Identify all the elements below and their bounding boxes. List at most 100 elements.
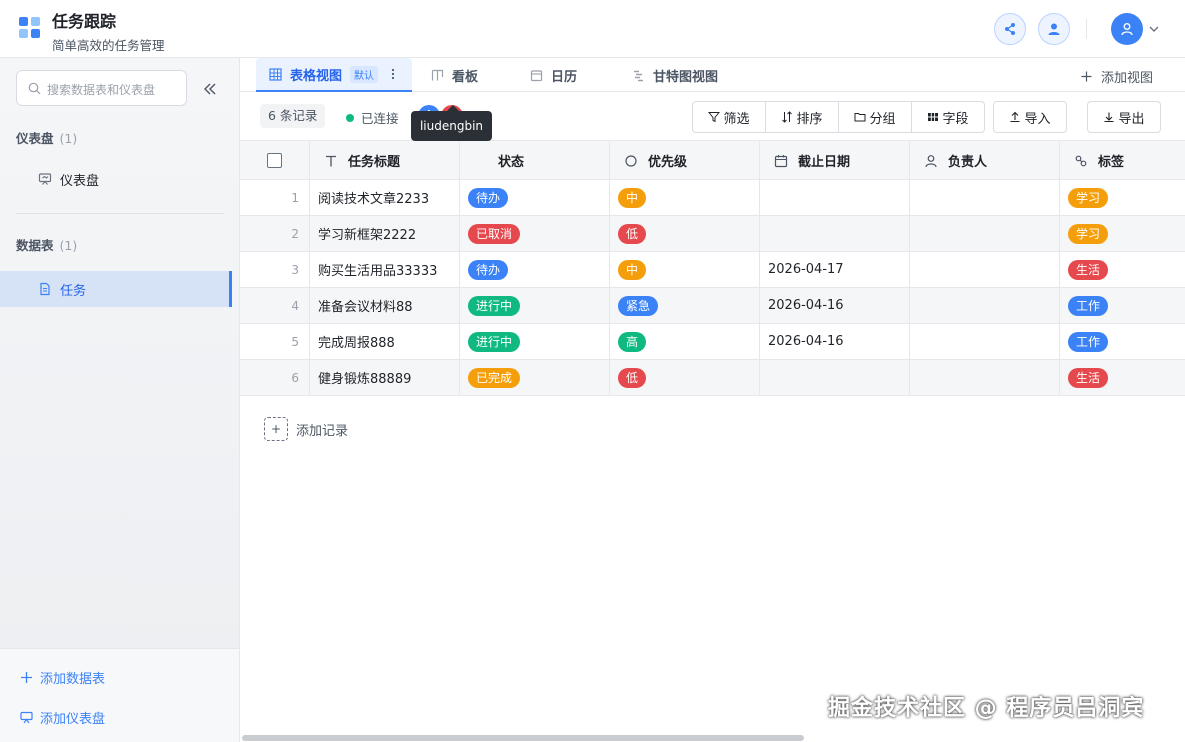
sidebar-search-input[interactable]: 搜索数据表和仪表盘	[16, 70, 187, 106]
table-row[interactable]: 6 健身锻炼88889 已完成 低 生活	[240, 360, 1185, 396]
column-header-due-date[interactable]: 截止日期	[760, 141, 910, 180]
cell-due[interactable]	[760, 180, 910, 215]
tab-gantt[interactable]: 甘特图视图	[632, 58, 718, 92]
priority-tag: 低	[618, 367, 647, 388]
cell-due[interactable]	[760, 216, 910, 251]
cell-due[interactable]	[760, 360, 910, 395]
select-all-checkbox[interactable]	[267, 153, 282, 168]
cell-tag[interactable]: 学习	[1060, 216, 1185, 251]
cell-title[interactable]: 购买生活用品33333	[310, 252, 460, 287]
cell-status[interactable]: 进行中	[460, 288, 610, 323]
cell-owner[interactable]	[910, 324, 1060, 359]
tab-calendar[interactable]: 日历	[530, 58, 577, 92]
calendar-icon	[530, 69, 543, 81]
cell-priority[interactable]: 中	[610, 180, 760, 215]
user-avatar[interactable]	[1111, 13, 1143, 45]
cell-title[interactable]: 完成周报888	[310, 324, 460, 359]
cell-n[interactable]: 2	[240, 216, 310, 251]
export-button[interactable]: 导出	[1087, 101, 1161, 133]
due-value: 2026-04-17	[768, 262, 844, 277]
cell-tag[interactable]: 工作	[1060, 288, 1185, 323]
status-dot	[346, 113, 354, 122]
cell-priority[interactable]: 紧急	[610, 288, 760, 323]
sidebar-item-dashboard[interactable]: 仪表盘	[0, 161, 232, 197]
cell-due[interactable]: 2026-04-16	[760, 324, 910, 359]
cell-status[interactable]: 已完成	[460, 360, 610, 395]
cell-title[interactable]: 学习新框架2222	[310, 216, 460, 251]
group-button[interactable]: 分组	[839, 102, 912, 132]
cell-tag[interactable]: 工作	[1060, 324, 1185, 359]
table-row[interactable]: 3 购买生活用品33333 待办 中 2026-04-17 生活	[240, 252, 1185, 288]
cell-title[interactable]: 准备会议材料88	[310, 288, 460, 323]
cell-status[interactable]: 进行中	[460, 324, 610, 359]
collapse-sidebar-icon[interactable]	[202, 81, 218, 97]
cell-owner[interactable]	[910, 288, 1060, 323]
table-header: 任务标题 状态 优先级 截止日期 负责人 标签	[240, 140, 1185, 180]
table-row[interactable]: 5 完成周报888 进行中 高 2026-04-16 工作	[240, 324, 1185, 360]
status-tag: 已完成	[468, 367, 521, 388]
cell-title[interactable]: 健身锻炼88889	[310, 360, 460, 395]
status-label: 已连接	[361, 111, 399, 126]
column-header-title[interactable]: 任务标题	[310, 141, 460, 180]
cell-n[interactable]: 5	[240, 324, 310, 359]
cell-owner[interactable]	[910, 252, 1060, 287]
fields-button[interactable]: 字段	[912, 102, 984, 132]
title-value: 完成周报888	[318, 336, 395, 351]
user-icon	[925, 154, 937, 167]
add-dashboard-button[interactable]: 添加仪表盘	[20, 708, 105, 727]
tag-tag: 学习	[1068, 223, 1109, 244]
cell-status[interactable]: 待办	[460, 180, 610, 215]
add-record-button[interactable]: + 添加记录	[264, 417, 348, 441]
sidebar-footer: 添加数据表 添加仪表盘	[0, 648, 239, 742]
table-row[interactable]: 2 学习新框架2222 已取消 低 学习	[240, 216, 1185, 252]
cell-owner[interactable]	[910, 216, 1060, 251]
cell-tag[interactable]: 学习	[1060, 180, 1185, 215]
calendar-icon	[774, 154, 788, 167]
sort-button[interactable]: 排序	[766, 102, 839, 132]
export-label: 导出	[1118, 111, 1145, 127]
cell-priority[interactable]: 中	[610, 252, 760, 287]
cell-priority[interactable]: 低	[610, 360, 760, 395]
avatar-tooltip: liudengbin	[411, 105, 492, 141]
tab-kanban[interactable]: 看板	[431, 58, 478, 92]
table-row[interactable]: 4 准备会议材料88 进行中 紧急 2026-04-16 工作	[240, 288, 1185, 324]
sort-icon	[782, 111, 793, 123]
column-header-status[interactable]: 状态	[460, 141, 610, 180]
column-header-tags[interactable]: 标签	[1060, 141, 1185, 180]
table-row[interactable]: 1 阅读技术文章2233 待办 中 学习	[240, 180, 1185, 216]
header-divider	[1086, 19, 1087, 39]
chevron-down-icon[interactable]	[1147, 22, 1161, 36]
tab-table-view[interactable]: 表格视图 默认	[256, 58, 412, 92]
add-view-button[interactable]: 添加视图	[1081, 67, 1153, 86]
add-view-label: 添加视图	[1100, 71, 1153, 86]
cell-due[interactable]: 2026-04-17	[760, 252, 910, 287]
cell-n[interactable]: 3	[240, 252, 310, 287]
cell-n[interactable]: 1	[240, 180, 310, 215]
column-header-owner[interactable]: 负责人	[910, 141, 1060, 180]
share-button[interactable]	[994, 13, 1026, 45]
more-vertical-icon[interactable]	[388, 68, 398, 80]
tab-label: 看板	[452, 69, 479, 85]
cell-tag[interactable]: 生活	[1060, 360, 1185, 395]
cell-n[interactable]: 4	[240, 288, 310, 323]
select-all-cell	[240, 141, 310, 180]
column-header-priority[interactable]: 优先级	[610, 141, 760, 180]
app-header: 任务跟踪 简单高效的任务管理	[0, 0, 1185, 58]
cell-title[interactable]: 阅读技术文章2233	[310, 180, 460, 215]
cell-priority[interactable]: 低	[610, 216, 760, 251]
cell-owner[interactable]	[910, 360, 1060, 395]
cell-status[interactable]: 待办	[460, 252, 610, 287]
cell-status[interactable]: 已取消	[460, 216, 610, 251]
collaborators-button[interactable]	[1038, 13, 1070, 45]
add-table-button[interactable]: 添加数据表	[20, 668, 105, 687]
cell-n[interactable]: 6	[240, 360, 310, 395]
import-button[interactable]: 导入	[993, 101, 1067, 133]
horizontal-scrollbar[interactable]	[242, 735, 804, 741]
tag-tag: 生活	[1068, 367, 1109, 388]
cell-owner[interactable]	[910, 180, 1060, 215]
filter-button[interactable]: 筛选	[693, 102, 766, 132]
cell-priority[interactable]: 高	[610, 324, 760, 359]
sidebar-item-tasks[interactable]: 任务	[0, 271, 232, 307]
cell-due[interactable]: 2026-04-16	[760, 288, 910, 323]
cell-tag[interactable]: 生活	[1060, 252, 1185, 287]
